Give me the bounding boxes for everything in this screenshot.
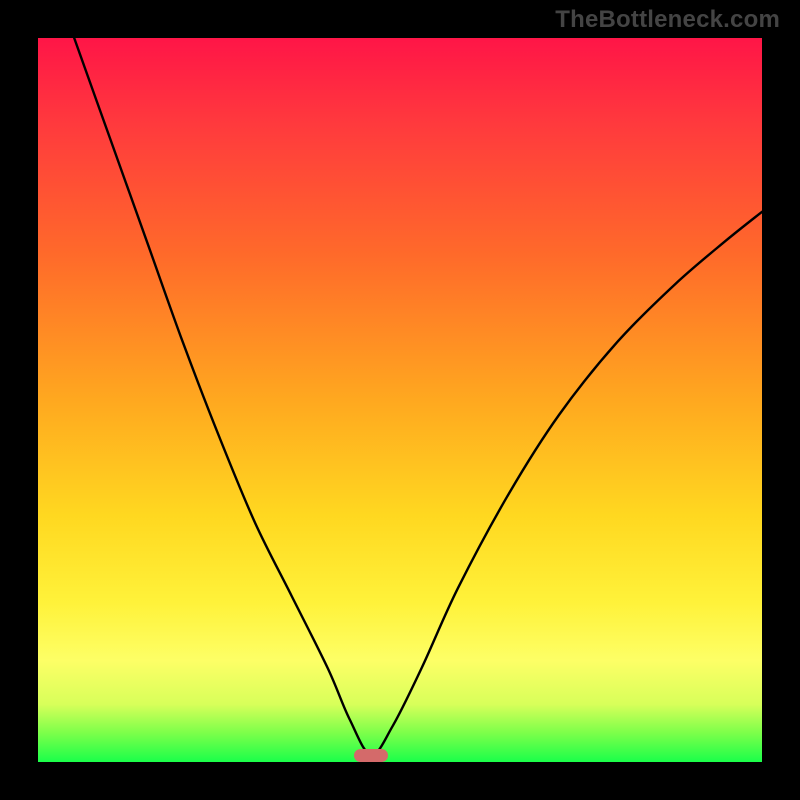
bottleneck-curve <box>38 38 762 762</box>
watermark-text: TheBottleneck.com <box>555 6 780 34</box>
optimum-marker <box>354 749 388 762</box>
plot-area <box>38 38 762 762</box>
chart-frame: TheBottleneck.com <box>0 0 800 800</box>
